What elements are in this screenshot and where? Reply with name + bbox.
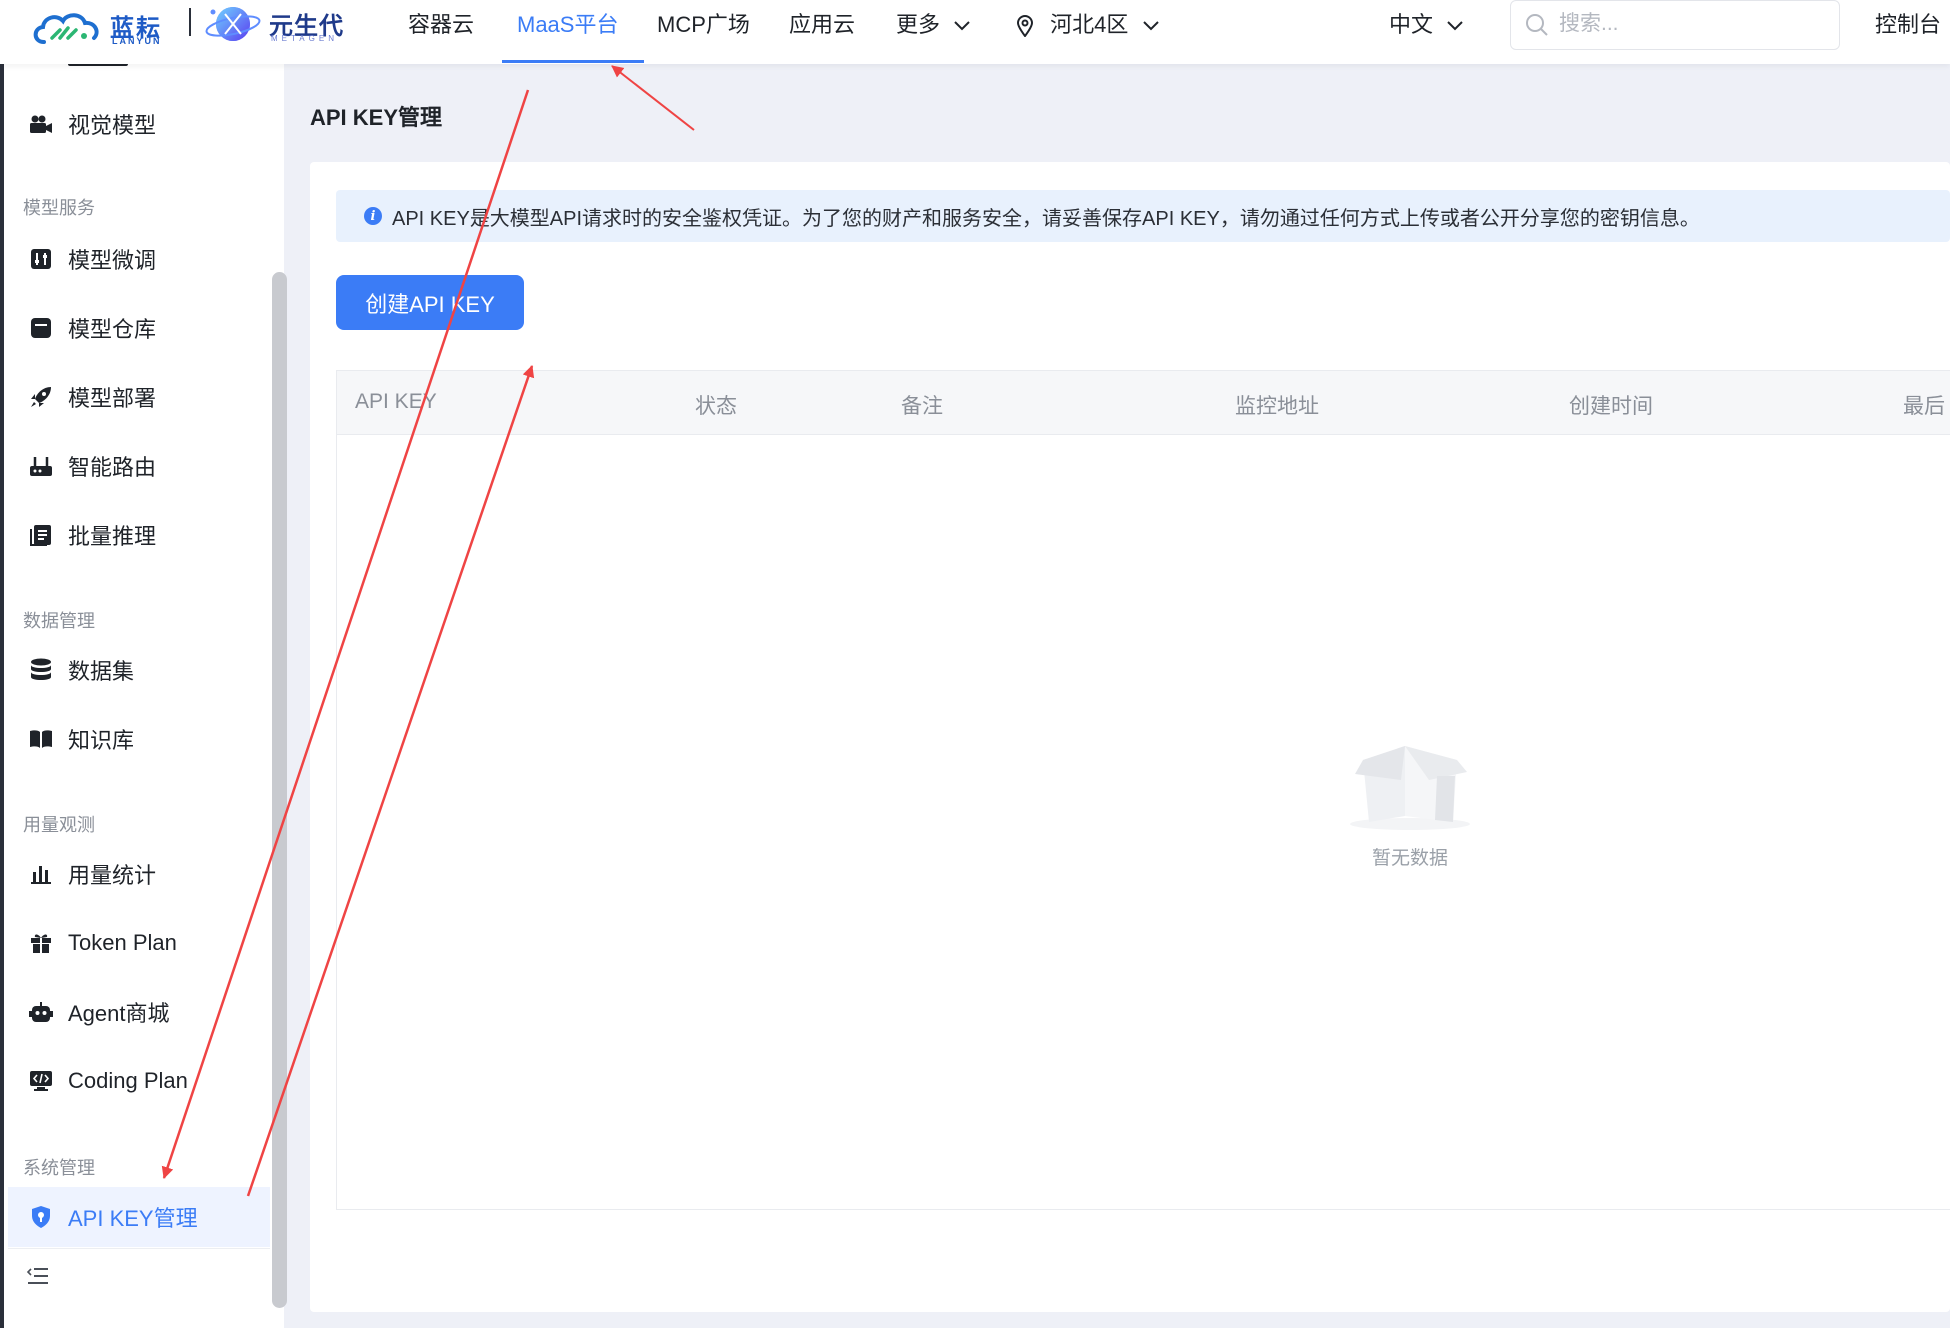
metagen-globe-icon bbox=[205, 7, 261, 41]
column-header-last: 最后 bbox=[1903, 395, 1945, 418]
robot-icon bbox=[28, 999, 54, 1025]
sidebar-item-label: Token Plan bbox=[68, 930, 177, 955]
sidebar-item-label: Coding Plan bbox=[68, 1068, 188, 1093]
search-input[interactable] bbox=[1559, 9, 1819, 39]
language-label: 中文 bbox=[1389, 12, 1434, 37]
nav-maas[interactable]: MaaS平台 bbox=[517, 10, 618, 50]
nav-container-cloud[interactable]: 容器云 bbox=[408, 10, 474, 50]
sidebar-item-usage[interactable]: 用量统计 bbox=[8, 844, 270, 904]
archive-box-icon bbox=[28, 315, 54, 341]
sidebar-item-agent[interactable]: Agent商城 bbox=[8, 982, 270, 1042]
sidebar-divider bbox=[8, 1248, 270, 1249]
sidebar-item-apikey[interactable]: API KEY管理 bbox=[8, 1187, 270, 1247]
sidebar-item-finetune[interactable]: 模型微调 bbox=[8, 229, 270, 289]
api-key-table: API KEY 状态 备注 监控地址 创建时间 最后 bbox=[336, 370, 1950, 1210]
column-header-monitor: 监控地址 bbox=[1235, 395, 1319, 418]
sidebar-item-label: 智能路由 bbox=[68, 455, 157, 480]
chevron-down-icon bbox=[1142, 21, 1159, 31]
sidebar-item-label: 批量推理 bbox=[68, 524, 157, 549]
sidebar-item-deploy[interactable]: 模型部署 bbox=[8, 367, 270, 427]
logo-divider bbox=[189, 8, 191, 36]
info-alert: i API KEY是大模型API请求时的安全鉴权凭证。为了您的财产和服务安全，请… bbox=[336, 190, 1950, 242]
nav-mcp[interactable]: MCP广场 bbox=[657, 10, 750, 50]
list-document-icon bbox=[28, 522, 54, 548]
column-header-created: 创建时间 bbox=[1569, 395, 1653, 418]
sidebar-item-kb[interactable]: 知识库 bbox=[8, 709, 270, 769]
create-api-key-button[interactable]: 创建API KEY bbox=[336, 275, 524, 330]
sidebar-group-sys-mgmt: 系统管理 bbox=[23, 1158, 95, 1178]
search-icon bbox=[1526, 14, 1548, 36]
metagen-logo[interactable]: 元生代 METAGEN bbox=[205, 0, 365, 48]
sidebar-item-label: 模型仓库 bbox=[68, 317, 157, 342]
open-book-icon bbox=[28, 726, 54, 752]
sidebar-item-coding-plan[interactable]: Coding Plan bbox=[8, 1051, 270, 1111]
info-alert-text: API KEY是大模型API请求时的安全鉴权凭证。为了您的财产和服务安全，请妥善… bbox=[392, 207, 1700, 230]
sidebar-scrollbar[interactable] bbox=[272, 272, 287, 1308]
empty-box-icon bbox=[1350, 746, 1470, 830]
annotation-arrow bbox=[611, 65, 695, 131]
region-selector[interactable]: 河北4区 bbox=[1016, 10, 1159, 50]
console-link[interactable]: 控制台 bbox=[1875, 10, 1941, 50]
sidebar-group-usage-obs: 用量观测 bbox=[23, 815, 95, 835]
video-camera-icon bbox=[28, 111, 54, 137]
location-pin-icon bbox=[1016, 15, 1034, 38]
empty-state-text: 暂无数据 bbox=[1372, 848, 1449, 869]
column-header-remark: 备注 bbox=[901, 395, 943, 418]
sidebar-item-label: 模型微调 bbox=[68, 248, 157, 273]
region-label: 河北4区 bbox=[1050, 12, 1129, 37]
lanyun-logo-en: LANYUN bbox=[112, 36, 162, 46]
lanyun-logo[interactable]: 蓝耘 LANYUN bbox=[30, 6, 180, 46]
top-navbar: 蓝耘 LANYUN 元生代 METAGEN 容器云 MaaS平台 MCP广场 应… bbox=[0, 0, 1950, 64]
sidebar-item-label: Agent商城 bbox=[68, 1001, 170, 1026]
sidebar-item-dataset[interactable]: 数据集 bbox=[8, 640, 270, 700]
sidebar-item-label: 用量统计 bbox=[68, 863, 157, 888]
sidebar-item-label: 知识库 bbox=[68, 728, 135, 753]
sidebar-item-token-plan[interactable]: Token Plan bbox=[8, 913, 270, 973]
nav-active-underline bbox=[502, 60, 644, 63]
sidebar-item-label: 模型部署 bbox=[68, 386, 157, 411]
column-header-api-key: API KEY bbox=[355, 390, 437, 413]
rocket-icon bbox=[28, 384, 54, 410]
sidebar-item-vision[interactable]: 视觉模型 bbox=[8, 94, 270, 154]
sidebar-item-batch[interactable]: 批量推理 bbox=[8, 505, 270, 565]
code-monitor-icon bbox=[28, 1068, 54, 1094]
nav-app-cloud[interactable]: 应用云 bbox=[789, 10, 855, 50]
sidebar-item-label: API KEY管理 bbox=[68, 1206, 198, 1231]
chevron-down-icon bbox=[1447, 21, 1463, 31]
lanyun-cloud-icon bbox=[33, 13, 99, 44]
table-header: API KEY 状态 备注 监控地址 创建时间 最后 bbox=[337, 371, 1950, 435]
sliders-icon bbox=[28, 246, 54, 272]
info-icon: i bbox=[364, 207, 382, 225]
sidebar-group-model-service: 模型服务 bbox=[23, 198, 95, 218]
chevron-down-icon bbox=[954, 21, 970, 31]
page-title: API KEY管理 bbox=[310, 105, 443, 130]
metagen-logo-en: METAGEN bbox=[271, 34, 338, 43]
sidebar: 视觉模型 模型服务 模型微调 模型仓库 模型部署 智能路由 批量推理 数据管理 bbox=[0, 60, 287, 1328]
language-selector[interactable]: 中文 bbox=[1389, 10, 1463, 50]
router-icon bbox=[28, 453, 54, 479]
sidebar-item-routing[interactable]: 智能路由 bbox=[8, 436, 270, 496]
gift-icon bbox=[28, 930, 54, 956]
collapse-menu-icon bbox=[26, 1268, 48, 1284]
sidebar-group-data-mgmt: 数据管理 bbox=[23, 611, 95, 631]
sidebar-item-label: 视觉模型 bbox=[68, 113, 157, 138]
search-box[interactable] bbox=[1510, 0, 1840, 50]
nav-more-label: 更多 bbox=[896, 12, 941, 37]
column-header-status: 状态 bbox=[695, 395, 737, 418]
sidebar-item-repo[interactable]: 模型仓库 bbox=[8, 298, 270, 358]
shield-icon bbox=[28, 1204, 54, 1230]
bar-chart-icon bbox=[28, 861, 54, 887]
nav-more[interactable]: 更多 bbox=[896, 10, 970, 50]
sidebar-collapse-button[interactable] bbox=[26, 1266, 50, 1291]
sidebar-item-label: 数据集 bbox=[68, 659, 135, 684]
database-icon bbox=[28, 657, 54, 683]
